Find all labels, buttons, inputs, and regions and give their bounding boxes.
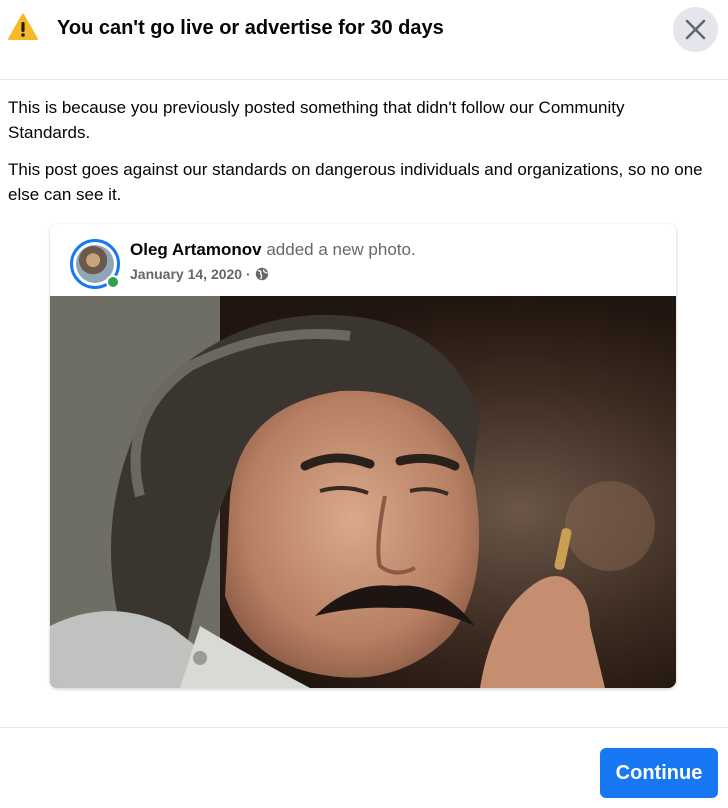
post-preview-card: Oleg Artamonov added a new photo. Januar… [50, 224, 676, 688]
dialog-header: You can't go live or advertise for 30 da… [0, 0, 728, 80]
post-author-name[interactable]: Oleg Artamonov [130, 240, 262, 259]
post-date[interactable]: January 14, 2020 · [130, 266, 251, 282]
explanation-text: This is because you previously posted so… [8, 98, 625, 142]
warning-icon [8, 13, 38, 40]
close-button[interactable] [673, 7, 718, 52]
dialog-title: You can't go live or advertise for 30 da… [57, 17, 444, 39]
post-author-line: Oleg Artamonov added a new photo. [130, 240, 416, 260]
author-avatar[interactable] [70, 239, 120, 289]
violation-text: This post goes against our standards on … [8, 160, 703, 204]
post-photo[interactable] [50, 296, 676, 688]
globe-icon [255, 267, 268, 281]
photo-illustration [50, 296, 676, 688]
close-icon [685, 19, 706, 40]
restriction-dialog: You can't go live or advertise for 30 da… [0, 0, 728, 808]
continue-button[interactable]: Continue [600, 748, 718, 798]
online-status-dot [106, 275, 120, 289]
footer-divider [0, 727, 728, 728]
post-meta: January 14, 2020 · [130, 266, 269, 282]
post-action-text: added a new photo. [261, 240, 416, 259]
